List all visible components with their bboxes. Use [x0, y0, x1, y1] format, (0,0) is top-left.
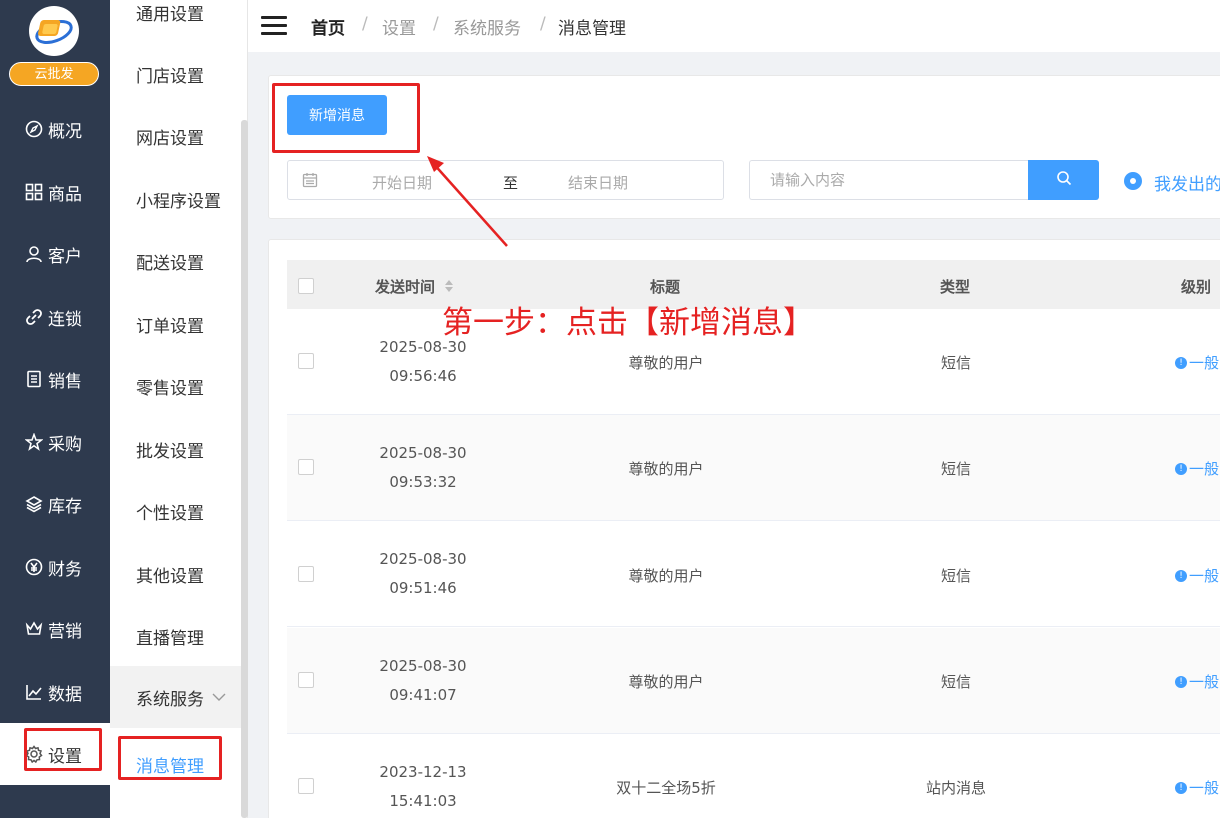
annotation-arrow-icon	[427, 156, 508, 247]
annotation-step-text: 第一步：点击【新增消息】	[442, 305, 814, 341]
